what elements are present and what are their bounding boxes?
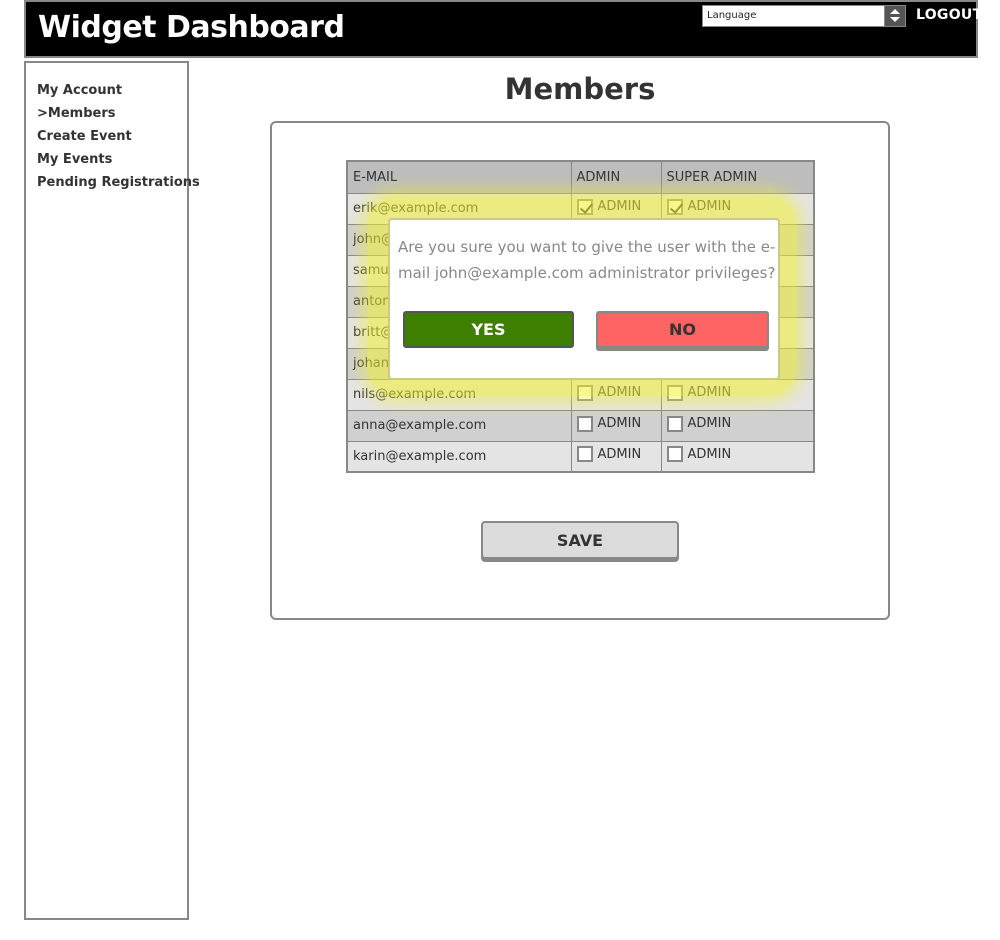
table-row: karin@example.com ADMIN ADMIN [346,440,815,473]
language-select-text: Language [707,10,757,21]
save-button[interactable]: SAVE [481,521,679,559]
sidebar-item-create-event[interactable]: Create Event [37,125,187,148]
logout-button[interactable]: LOGOUT [916,7,982,23]
spinner-icon[interactable] [884,6,905,26]
checkbox-label: ADMIN [597,416,642,431]
sidebar-item-my-account[interactable]: My Account [37,79,187,102]
super-admin-cell: ADMIN [660,440,815,473]
admin-cell: ADMIN [570,409,662,442]
app-title: Widget Dashboard [38,10,345,45]
arrow-down-icon [890,17,900,22]
email-cell: karin@example.com [346,440,572,473]
no-button[interactable]: NO [596,311,769,348]
table-row: anna@example.com ADMIN ADMIN [346,409,815,442]
sidebar: My Account >Members Create Event My Even… [24,61,200,920]
table-header-row: E-MAIL ADMIN SUPER ADMIN [346,160,815,194]
dialog-message: Are you sure you want to give the user w… [398,238,776,282]
confirm-dialog: Are you sure you want to give the user w… [388,218,780,380]
checkbox-empty-icon[interactable] [666,415,683,432]
admin-checkbox[interactable]: ADMIN [576,446,642,463]
admin-cell: ADMIN [570,440,662,473]
column-header-email: E-MAIL [346,160,572,194]
checkbox-empty-icon[interactable] [576,446,593,463]
checkbox-label: ADMIN [597,446,642,462]
sidebar-item-my-events[interactable]: My Events [37,148,187,171]
admin-checkbox[interactable]: ADMIN [576,415,642,432]
email-cell: anna@example.com [346,409,572,442]
checkbox-empty-icon[interactable] [576,415,593,432]
checkbox-label: ADMIN [687,446,732,462]
sidebar-item-members[interactable]: >Members [37,102,187,125]
yes-button[interactable]: YES [403,311,574,348]
language-select[interactable]: Language [702,5,906,27]
checkbox-empty-icon[interactable] [666,446,683,463]
app-header: Widget Dashboard Language LOGOUT [24,0,982,58]
super-admin-checkbox[interactable]: ADMIN [666,446,732,463]
sidebar-item-pending-registrations[interactable]: Pending Registrations [37,171,200,194]
column-header-admin: ADMIN [570,160,662,194]
column-header-super-admin: SUPER ADMIN [660,160,815,194]
arrow-up-icon [890,9,900,14]
page-title: Members [504,72,656,106]
super-admin-cell: ADMIN [660,409,815,442]
checkbox-label: ADMIN [687,416,732,431]
super-admin-checkbox[interactable]: ADMIN [666,415,732,432]
